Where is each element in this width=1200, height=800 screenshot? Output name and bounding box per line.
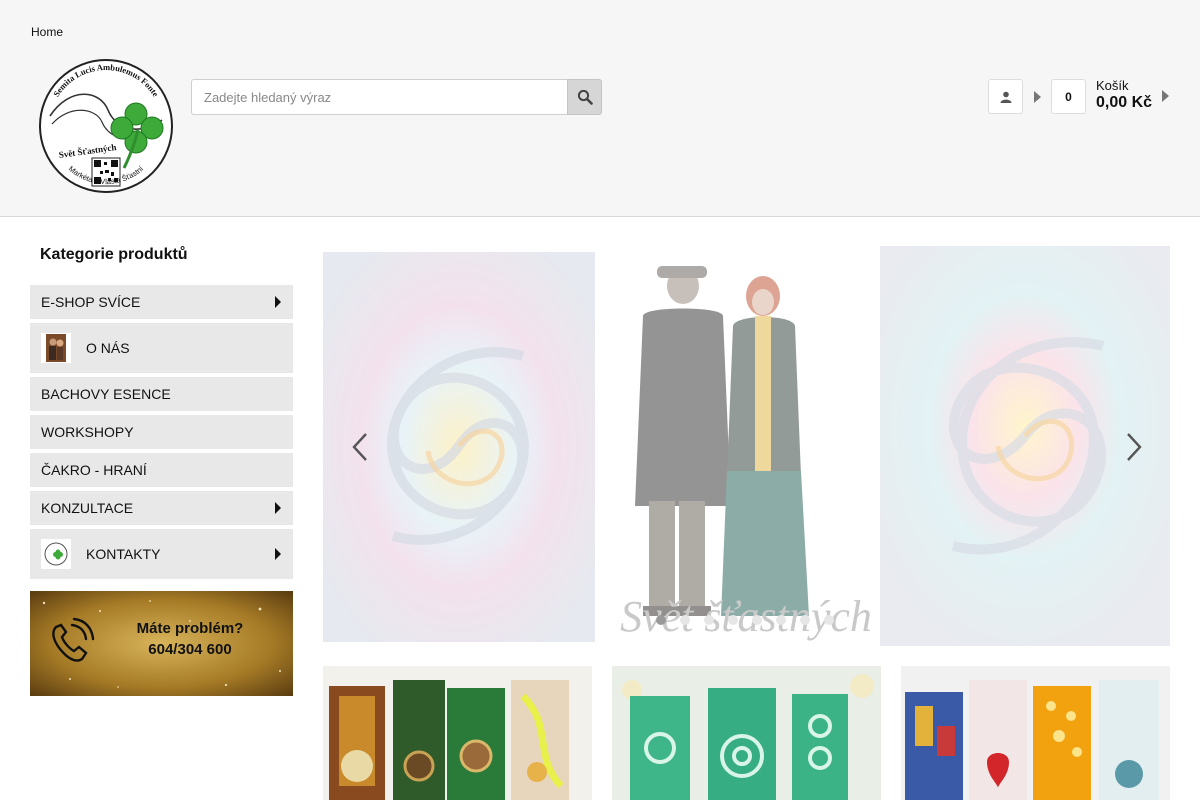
sidebar-item-workshopy[interactable]: WORKSHOPY — [30, 415, 293, 451]
banner-line2: 604/304 600 — [148, 641, 231, 658]
slider-dot[interactable] — [800, 615, 810, 625]
sidebar-item-label: E-SHOP SVÍCE — [41, 294, 141, 310]
site-logo[interactable]: Svět Šťastných Semita Lucis Ambulemus Fo… — [30, 50, 182, 200]
slider-dot[interactable] — [824, 615, 834, 625]
o-nas-thumbnail — [41, 333, 71, 363]
sidebar-item-label: KONTAKTY — [86, 546, 161, 562]
product-tile-candles-gold[interactable] — [323, 666, 592, 800]
cart-count-badge[interactable]: 0 — [1051, 79, 1086, 114]
category-menu: E-SHOP SVÍCE O NÁS BACHOVY ESENCE WORKSH… — [30, 285, 293, 583]
hero-slide-image: Svět šťastných — [323, 246, 1170, 646]
slider-dot[interactable] — [752, 615, 762, 625]
sidebar-item-cakro-hrani[interactable]: ČAKRO - HRANÍ — [30, 453, 293, 489]
sidebar-item-label: BACHOVY ESENCE — [41, 386, 171, 402]
search-input[interactable] — [191, 79, 567, 115]
chevron-right-icon — [275, 502, 281, 514]
sidebar-item-kontakty[interactable]: KONTAKTY — [30, 529, 293, 581]
sidebar-item-eshop-svice[interactable]: E-SHOP SVÍCE — [30, 285, 293, 321]
search-button[interactable] — [567, 79, 602, 115]
cart-label[interactable]: Košík — [1096, 78, 1129, 93]
product-tile-candles-green[interactable] — [612, 666, 881, 800]
slider-dot[interactable] — [728, 615, 738, 625]
slider-dot[interactable] — [656, 615, 666, 625]
slider-dot[interactable] — [680, 615, 690, 625]
header-bar: Home Svět Šťastných Semita Lucis Ambulem… — [0, 0, 1200, 217]
banner-line1: Máte problém? — [137, 620, 244, 637]
user-account-button[interactable] — [988, 79, 1023, 114]
sidebar-item-bachovy-esence[interactable]: BACHOVY ESENCE — [30, 377, 293, 413]
chevron-right-icon — [275, 296, 281, 308]
sidebar-item-label: O NÁS — [86, 340, 130, 356]
product-image — [901, 666, 1170, 800]
user-dropdown-arrow-icon[interactable] — [1034, 91, 1041, 103]
sidebar-item-label: ČAKRO - HRANÍ — [41, 462, 147, 478]
product-image — [323, 666, 592, 800]
slider-prev-arrow-icon[interactable] — [349, 432, 373, 462]
sidebar-title: Kategorie produktů — [40, 246, 188, 263]
product-tile-candles-colorful[interactable] — [901, 666, 1170, 800]
product-image — [612, 666, 881, 800]
hero-slider[interactable]: Svět šťastných — [323, 246, 1170, 646]
cart-dropdown-arrow-icon[interactable] — [1162, 90, 1169, 102]
search-icon — [577, 89, 593, 105]
chevron-right-icon — [275, 548, 281, 560]
search-form — [191, 79, 602, 115]
contact-phone-banner[interactable]: Máte problém? 604/304 600 — [30, 591, 293, 696]
sidebar-item-o-nas[interactable]: O NÁS — [30, 323, 293, 375]
slider-dot[interactable] — [776, 615, 786, 625]
kontakty-thumbnail — [41, 539, 71, 569]
slider-pagination — [656, 615, 834, 625]
breadcrumb-home[interactable]: Home — [31, 25, 63, 39]
cart-total[interactable]: 0,00 Kč — [1096, 94, 1152, 112]
sidebar-item-label: WORKSHOPY — [41, 424, 134, 440]
sidebar-item-konzultace[interactable]: KONZULTACE — [30, 491, 293, 527]
slider-dot[interactable] — [704, 615, 714, 625]
slider-next-arrow-icon[interactable] — [1121, 432, 1145, 462]
sidebar-item-label: KONZULTACE — [41, 500, 134, 516]
phone-banner-graphic: Máte problém? 604/304 600 — [30, 591, 293, 696]
user-icon — [1000, 91, 1011, 103]
logo-emblem: Svět Šťastných Semita Lucis Ambulemus Fo… — [30, 50, 182, 200]
